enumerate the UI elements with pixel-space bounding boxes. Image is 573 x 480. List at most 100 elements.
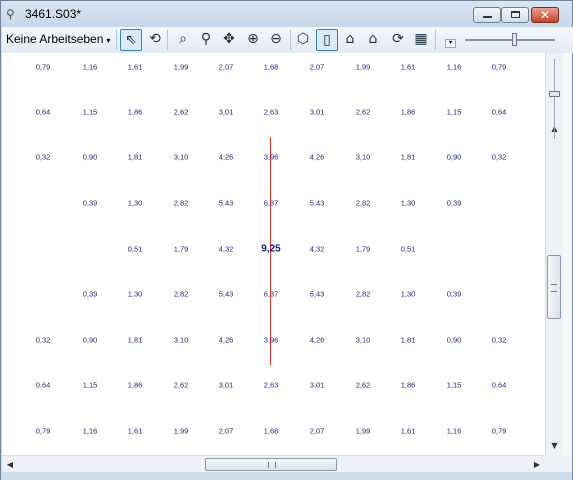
vertical-scroll-thumb[interactable]	[547, 255, 561, 319]
grid-value: 1,68	[263, 62, 279, 72]
grid-value: 1,99	[355, 426, 371, 436]
grid-value: 3,01	[309, 107, 325, 117]
grid-value: 3,01	[218, 107, 234, 117]
grid-value: 0,90	[82, 335, 98, 345]
grid-value: 1,68	[263, 426, 279, 436]
zoom-in-icon: ⊕	[247, 31, 259, 47]
grid-value: 0,79	[35, 426, 51, 436]
grid-value: 1,81	[400, 335, 416, 345]
grid-value: 0,39	[446, 289, 462, 299]
grid-value: 1,61	[400, 426, 416, 436]
plan-view-icon: ▯	[323, 32, 331, 48]
toolbar-overflow-button[interactable]: ▾	[445, 39, 456, 48]
grid-value: 4,26	[218, 335, 234, 345]
zoom-in-button[interactable]: ⊕	[242, 29, 264, 51]
minimize-button[interactable]	[473, 7, 501, 23]
grid-value: 6,37	[263, 198, 279, 208]
toolbar: Keine Arbeitseben ▾ ⇖ ⟲ ⌕ ⚲ ✥ ⊕ ⊖ ⬡ ▯ ⌂ ⌂ ⟳ ▦ ▾	[2, 27, 573, 54]
grid-value: 0,64	[491, 107, 507, 117]
grid-value: 0,32	[491, 152, 507, 162]
3d-view-icon: ⬡	[296, 31, 310, 47]
horizontal-scrollbar[interactable]: ◀ ▶	[2, 455, 545, 473]
grid-value: 1,61	[127, 62, 143, 72]
grid-icon: ▦	[414, 31, 428, 47]
grid-value: 0,64	[35, 107, 51, 117]
grid-value: 0,32	[35, 152, 51, 162]
value-grid-canvas[interactable]: 0,79 1,16 1,61 1,99 2,07 1,68 2,07 1,99 1,61 1,16…	[2, 53, 545, 455]
grid-value: 1,81	[400, 152, 416, 162]
plan-view-button[interactable]: ▯	[316, 29, 338, 51]
grid-value: 1,86	[400, 107, 416, 117]
grid-value: 1,30	[127, 198, 143, 208]
grid-value: 2,62	[173, 107, 189, 117]
grid-value: 0,51	[400, 244, 416, 254]
zoom-window-button[interactable]: ⌕	[172, 29, 194, 51]
zoom-icon: ⚲	[200, 31, 212, 47]
grid-value: 0,64	[491, 380, 507, 390]
grid-value: 1,15	[82, 380, 98, 390]
grid-value: 0,79	[35, 62, 51, 72]
view-slider-thumb[interactable]	[549, 91, 560, 97]
maximize-button[interactable]	[501, 7, 529, 23]
grid-value: 1,81	[127, 335, 143, 345]
grid-value: 1,86	[127, 107, 143, 117]
application-window: ⚲ 3461.S03* ✕ Keine Arbeitseben ▾ ⇖ ⟲ ⌕ ⚲ ✥ ⊕ ⊖…	[0, 0, 573, 480]
grid-value: 1,86	[127, 380, 143, 390]
scroll-right-button[interactable]: ▶	[529, 456, 545, 473]
grid-value: 6,37	[263, 289, 279, 299]
grid-value: 1,15	[446, 380, 462, 390]
zoom-slider-thumb[interactable]	[512, 33, 517, 46]
grid-button[interactable]: ▦	[410, 29, 432, 51]
zoom-slider[interactable]	[465, 39, 555, 41]
pan-button[interactable]: ✥	[218, 29, 240, 51]
grid-value: 5,43	[309, 289, 325, 299]
house-button[interactable]: ⌂	[339, 29, 361, 51]
grid-value: 3,10	[355, 335, 371, 345]
grid-value: 0,90	[82, 152, 98, 162]
view-slider-track[interactable]	[554, 59, 555, 139]
close-button[interactable]: ✕	[531, 7, 559, 23]
maximize-icon	[511, 11, 520, 18]
rotate-view-button[interactable]: ⟲	[144, 29, 166, 51]
building-icon: ⌂	[368, 31, 378, 47]
grid-value: 0,64	[35, 380, 51, 390]
scroll-left-button[interactable]: ◀	[2, 456, 18, 473]
zoom-out-icon: ⊖	[270, 31, 282, 47]
refresh-button[interactable]: ⟳	[387, 29, 409, 51]
grid-value: 0,90	[446, 152, 462, 162]
grid-value: 1,79	[355, 244, 371, 254]
3d-view-button[interactable]: ⬡	[292, 29, 314, 51]
grid-value: 1,16	[82, 62, 98, 72]
grid-value: 1,61	[400, 62, 416, 72]
zoom-button[interactable]: ⚲	[195, 29, 217, 51]
grid-value: 1,15	[446, 107, 462, 117]
grid-value: 2,07	[309, 426, 325, 436]
grid-value: 2,07	[218, 426, 234, 436]
zoom-out-button[interactable]: ⊖	[265, 29, 287, 51]
grid-value: 2,82	[173, 198, 189, 208]
right-edge	[563, 53, 572, 455]
grid-value: 2,07	[218, 62, 234, 72]
building-button[interactable]: ⌂	[362, 29, 384, 51]
grid-value: 4,26	[309, 152, 325, 162]
select-pointer-icon: ⇖	[125, 32, 137, 48]
grid-value: 1,30	[400, 289, 416, 299]
grid-value: 2,82	[173, 289, 189, 299]
grid-value: 1,99	[355, 62, 371, 72]
horizontal-scroll-thumb[interactable]	[205, 458, 337, 471]
grid-value: 4,26	[218, 152, 234, 162]
zoom-window-icon: ⌕	[179, 31, 187, 47]
grid-value: 0,90	[446, 335, 462, 345]
grid-value: 2,62	[355, 107, 371, 117]
grid-value: 0,32	[491, 335, 507, 345]
window-bottom-edge	[1, 472, 572, 480]
scroll-down-button[interactable]: ▼	[546, 438, 563, 454]
pan-icon: ✥	[223, 31, 235, 47]
grid-value: 1,79	[173, 244, 189, 254]
layer-dropdown[interactable]: Keine Arbeitseben ▾	[6, 31, 110, 48]
peak-value: 9,25	[261, 243, 281, 255]
toolbar-divider	[167, 30, 168, 50]
grid-value: 0,39	[82, 289, 98, 299]
grid-value: 0,32	[35, 335, 51, 345]
select-pointer-button[interactable]: ⇖	[120, 29, 142, 51]
